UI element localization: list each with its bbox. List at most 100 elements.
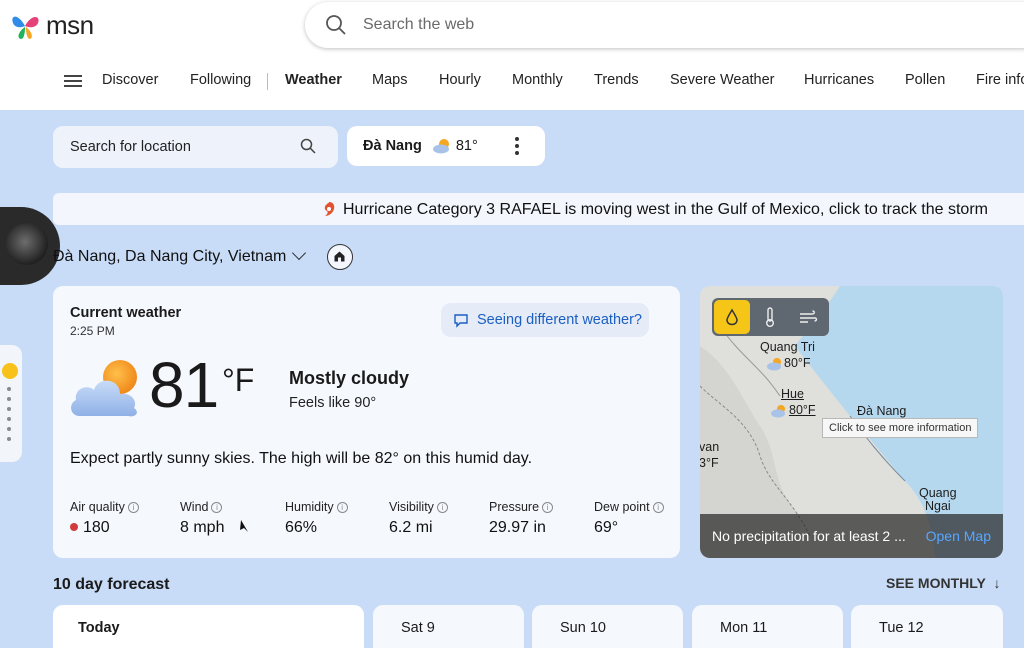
info-icon[interactable]: i — [436, 502, 448, 513]
forecast-day-card[interactable]: Mon 11 — [692, 605, 843, 648]
info-icon[interactable]: i — [542, 502, 554, 513]
info-icon[interactable]: i — [211, 502, 223, 513]
web-search-input[interactable] — [363, 16, 763, 34]
nav-trends[interactable]: Trends — [594, 72, 639, 88]
nav-divider — [267, 73, 268, 90]
chevron-down-icon[interactable] — [292, 245, 307, 261]
search-icon[interactable] — [300, 138, 316, 154]
nav-severe-weather[interactable]: Severe Weather — [670, 72, 775, 88]
thermometer-icon — [766, 307, 774, 327]
metric-value: 69° — [594, 519, 619, 536]
metric-label: Humidity — [285, 500, 334, 514]
precipitation-message: No precipitation for at least 2 ... — [712, 528, 906, 544]
metric-visibility[interactable]: Visibility i 6.2 mi — [389, 500, 448, 537]
metric-value: 180 — [83, 519, 110, 536]
msn-logo[interactable]: msn — [10, 10, 94, 41]
mostly-cloudy-icon — [71, 360, 137, 417]
side-widget-dial[interactable] — [0, 207, 60, 285]
map-label-quang-ngai[interactable]: Quang — [919, 486, 957, 500]
nav-pollen[interactable]: Pollen — [905, 72, 945, 88]
wind-layer-button[interactable] — [790, 300, 826, 334]
map-label-da-nang[interactable]: Đà Nang — [857, 404, 906, 418]
side-rail[interactable] — [0, 345, 22, 462]
metric-dew-point[interactable]: Dew point i 69° — [594, 500, 664, 537]
forecast-day-name: Today — [78, 620, 120, 636]
map-tooltip: Click to see more information — [822, 418, 979, 438]
map-temp-van[interactable]: 3°F — [700, 456, 719, 470]
saved-location-chip[interactable]: Đà Nang 81° — [347, 126, 545, 166]
weather-summary: Expect partly sunny skies. The high will… — [70, 450, 533, 467]
metric-label: Dew point — [594, 500, 650, 514]
partly-cloudy-icon — [767, 358, 781, 371]
dial-knob — [6, 223, 48, 265]
nav-maps[interactable]: Maps — [372, 72, 407, 88]
current-weather-card: Current weather 2:25 PM Seeing different… — [53, 286, 680, 558]
rail-dot[interactable] — [7, 387, 11, 391]
wind-icon — [800, 310, 818, 323]
map-label-quang-tri[interactable]: Quang Tri — [760, 340, 815, 354]
nav-hurricanes[interactable]: Hurricanes — [804, 72, 874, 88]
forecast-day-name: Tue 12 — [879, 620, 924, 636]
map-temp-quang-tri[interactable]: 80°F — [784, 356, 811, 370]
metric-value: 8 mph — [180, 519, 225, 536]
current-weather-title: Current weather — [70, 305, 182, 321]
forecast-day-name: Sat 9 — [401, 620, 435, 636]
location-title[interactable]: Đà Nang, Da Nang City, Vietnam — [53, 245, 307, 266]
temperature-unit[interactable]: °F — [222, 362, 254, 399]
forecast-day-name: Sun 10 — [560, 620, 606, 636]
current-time: 2:25 PM — [70, 324, 115, 338]
open-map-link[interactable]: Open Map — [926, 528, 991, 544]
air-quality-dot — [70, 523, 78, 531]
precipitation-layer-button[interactable] — [714, 300, 750, 334]
see-monthly-link[interactable]: SEE MONTHLY ↓ — [886, 575, 1000, 591]
search-icon — [326, 15, 346, 35]
nav-hourly[interactable]: Hourly — [439, 72, 481, 88]
chip-temp: 81° — [455, 138, 478, 154]
seeing-different-weather-button[interactable]: Seeing different weather? — [441, 303, 649, 337]
more-options-icon[interactable] — [515, 137, 521, 155]
home-icon — [334, 251, 345, 262]
metric-humidity[interactable]: Humidity i 66% — [285, 500, 348, 537]
map-label-van[interactable]: van — [700, 440, 719, 454]
rail-dot[interactable] — [7, 397, 11, 401]
nav-following[interactable]: Following — [190, 72, 251, 88]
metric-wind[interactable]: Wind i 8 mph — [180, 500, 251, 537]
info-icon[interactable]: i — [652, 502, 664, 513]
map-temp-hue[interactable]: 80°F — [789, 403, 816, 417]
menu-icon[interactable] — [64, 75, 82, 87]
weather-map[interactable]: Quang Tri 80°F Hue 80°F Đà Nang van 3°F … — [700, 286, 1003, 558]
rail-dot[interactable] — [7, 407, 11, 411]
web-search-box[interactable] — [305, 2, 1024, 48]
rail-dot[interactable] — [7, 417, 11, 421]
metric-pressure[interactable]: Pressure i 29.97 in — [489, 500, 554, 537]
rail-dot[interactable] — [7, 427, 11, 431]
hurricane-alert-banner[interactable]: Hurricane Category 3 RAFAEL is moving we… — [53, 193, 1024, 225]
info-icon[interactable]: i — [127, 502, 139, 513]
rail-dot[interactable] — [7, 437, 11, 441]
location-search-box[interactable] — [53, 126, 338, 168]
see-monthly-label: SEE MONTHLY — [886, 575, 986, 591]
nav-monthly[interactable]: Monthly — [512, 72, 563, 88]
home-button[interactable] — [327, 244, 353, 270]
forecast-day-card[interactable]: Today — [53, 605, 364, 648]
chip-city: Đà Nang — [363, 138, 422, 154]
droplet-icon — [726, 308, 738, 326]
nav-weather[interactable]: Weather — [285, 72, 342, 88]
partly-cloudy-icon — [432, 139, 449, 154]
chat-bubble-icon — [454, 313, 468, 328]
forecast-day-card[interactable]: Sun 10 — [532, 605, 683, 648]
feedback-label: Seeing different weather? — [477, 312, 642, 328]
nav-discover[interactable]: Discover — [102, 72, 158, 88]
info-icon[interactable]: i — [336, 502, 348, 513]
forecast-day-card[interactable]: Sat 9 — [373, 605, 524, 648]
forecast-day-card[interactable]: Tue 12 — [851, 605, 1003, 648]
metric-air-quality[interactable]: Air quality i 180 — [70, 500, 139, 537]
temperature-layer-button[interactable] — [752, 300, 788, 334]
map-label-quang-ngai-2[interactable]: Ngai — [925, 499, 951, 513]
arrow-down-icon: ↓ — [993, 575, 1001, 591]
nav-fire-info[interactable]: Fire info — [976, 72, 1024, 88]
metric-value: 6.2 mi — [389, 519, 433, 536]
map-label-hue[interactable]: Hue — [781, 387, 804, 401]
sun-icon[interactable] — [2, 363, 18, 379]
location-search-input[interactable] — [70, 139, 290, 155]
